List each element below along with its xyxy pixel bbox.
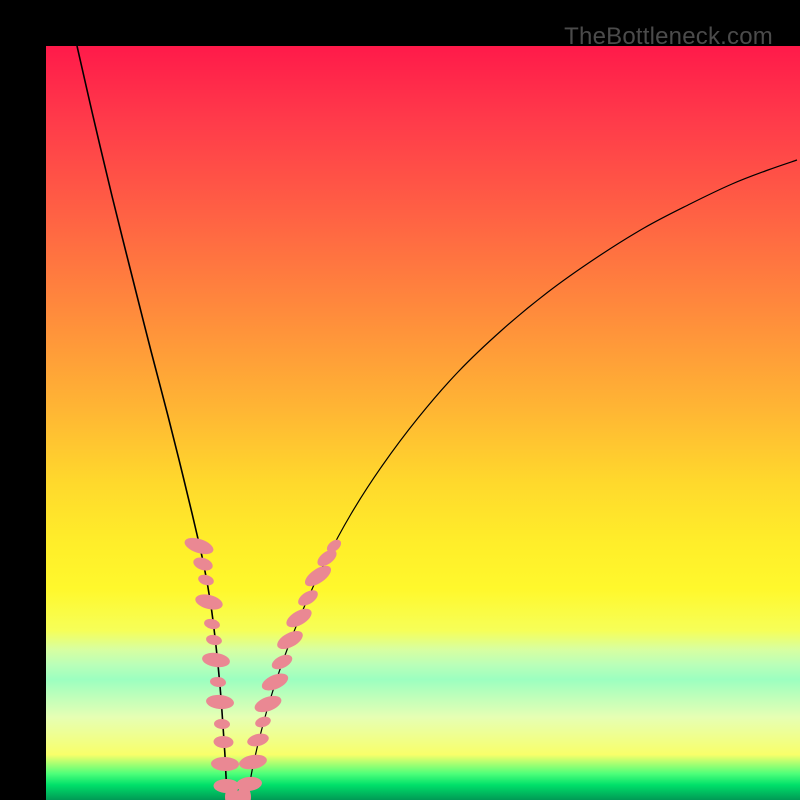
marker-bead — [192, 555, 215, 573]
watermark-label: TheBottleneck.com — [564, 23, 773, 51]
marker-bead — [194, 592, 225, 612]
chart-frame: TheBottleneck.com — [0, 0, 800, 800]
marker-bead — [183, 535, 216, 558]
marker-bead — [238, 753, 268, 772]
marker-bead — [201, 651, 231, 669]
marker-group — [183, 535, 344, 800]
marker-bead — [205, 634, 222, 647]
marker-bead — [197, 573, 215, 587]
marker-bead — [203, 617, 221, 630]
marker-bead — [295, 587, 320, 609]
marker-bead — [302, 562, 335, 590]
marker-bead — [252, 693, 283, 716]
marker-bead — [283, 605, 314, 631]
curve-left-curve — [77, 46, 228, 797]
marker-bead — [246, 732, 270, 749]
marker-bead — [214, 718, 231, 729]
chart-svg — [46, 46, 800, 800]
marker-bead — [205, 694, 234, 710]
marker-bead — [211, 757, 239, 772]
marker-bead — [274, 627, 305, 653]
marker-bead — [210, 676, 227, 688]
marker-bead — [259, 670, 290, 694]
marker-bead — [213, 735, 234, 748]
marker-bead — [269, 652, 294, 672]
curve-right-curve — [248, 160, 798, 797]
plot-area — [46, 46, 800, 800]
marker-bead — [254, 715, 272, 729]
